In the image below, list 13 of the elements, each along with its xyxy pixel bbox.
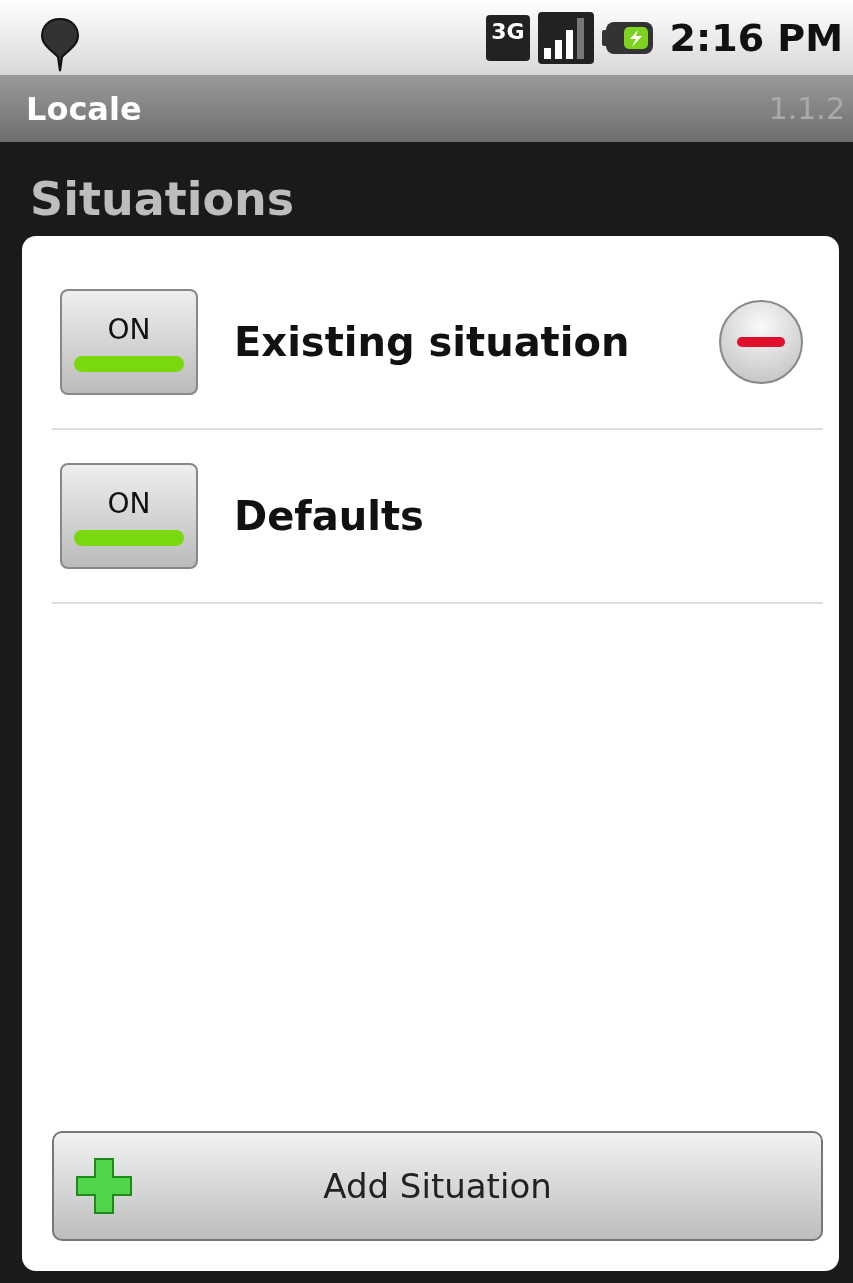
toggle-button[interactable]: ON (60, 463, 198, 569)
situation-name[interactable]: Existing situation (234, 319, 683, 365)
app-title: Locale (26, 89, 142, 128)
map-pin-icon (40, 17, 80, 73)
clock-time: 2:16 PM (669, 15, 843, 60)
signal-icon (537, 11, 594, 64)
battery-charging-icon (601, 20, 654, 55)
situation-name[interactable]: Defaults (234, 493, 823, 539)
toggle-button[interactable]: ON (60, 289, 198, 395)
add-situation-button[interactable]: Add Situation (52, 1131, 823, 1241)
section-heading: Situations (29, 171, 296, 228)
plus-icon (74, 1156, 134, 1216)
network-icon: 3G (486, 14, 530, 61)
